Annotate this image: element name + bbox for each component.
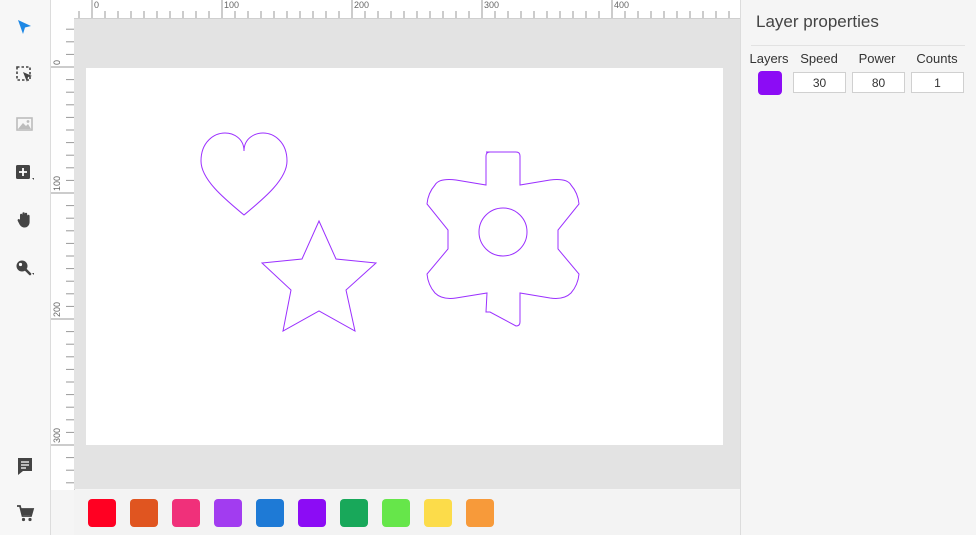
ruler-label: 300 [484,0,499,10]
design-canvas[interactable] [86,68,723,445]
gear-hole[interactable] [478,207,528,257]
ruler-label: 100 [224,0,239,10]
horizontal-ruler[interactable]: 0 100 200 300 400 [74,0,740,19]
color-swatch-lime[interactable] [382,499,410,527]
speed-header: Speed [800,51,838,66]
layer-color-swatch[interactable] [758,71,782,95]
color-swatch-lavender[interactable] [214,499,242,527]
speed-input[interactable] [793,72,846,93]
panel-title: Layer properties [756,12,879,31]
star-shape[interactable] [260,219,378,332]
color-swatch-light-orange[interactable] [466,499,494,527]
gear-shape[interactable] [426,151,580,327]
color-swatch-orange[interactable] [130,499,158,527]
color-swatch-yellow[interactable] [424,499,452,527]
zoom-icon[interactable] [9,252,41,284]
divider [751,45,965,46]
cart-icon[interactable] [9,497,41,529]
ruler-label: 100 [52,176,62,191]
color-swatch-green[interactable] [340,499,368,527]
ruler-label: 200 [354,0,369,10]
notes-icon[interactable] [9,450,41,482]
color-swatch-red[interactable] [88,499,116,527]
ruler-corner [51,0,75,19]
layer-properties-panel: Layer properties Layers Speed Power Coun… [740,0,976,535]
color-swatch-purple[interactable] [298,499,326,527]
image-icon[interactable] [9,108,41,140]
select-arrow-icon[interactable] [9,11,41,43]
counts-header: Counts [916,51,958,66]
color-swatch-pink[interactable] [172,499,200,527]
ruler-label: 200 [52,302,62,317]
counts-input[interactable] [911,72,964,93]
ruler-label: 300 [52,428,62,443]
ruler-label: 0 [52,60,62,65]
select-region-icon[interactable] [9,59,41,91]
heart-shape[interactable] [200,132,288,216]
layers-header: Layers [749,51,789,66]
power-header: Power [858,51,896,66]
ruler-label: 400 [614,0,629,10]
vertical-ruler[interactable]: 0 100 200 300 [51,18,75,490]
color-palette [74,490,740,535]
ruler-label: 0 [94,0,99,10]
color-swatch-blue[interactable] [256,499,284,527]
power-input[interactable] [852,72,905,93]
left-toolbar [0,0,51,535]
hand-pan-icon[interactable] [9,204,41,236]
workspace[interactable] [74,19,740,489]
add-shape-icon[interactable] [9,157,41,189]
